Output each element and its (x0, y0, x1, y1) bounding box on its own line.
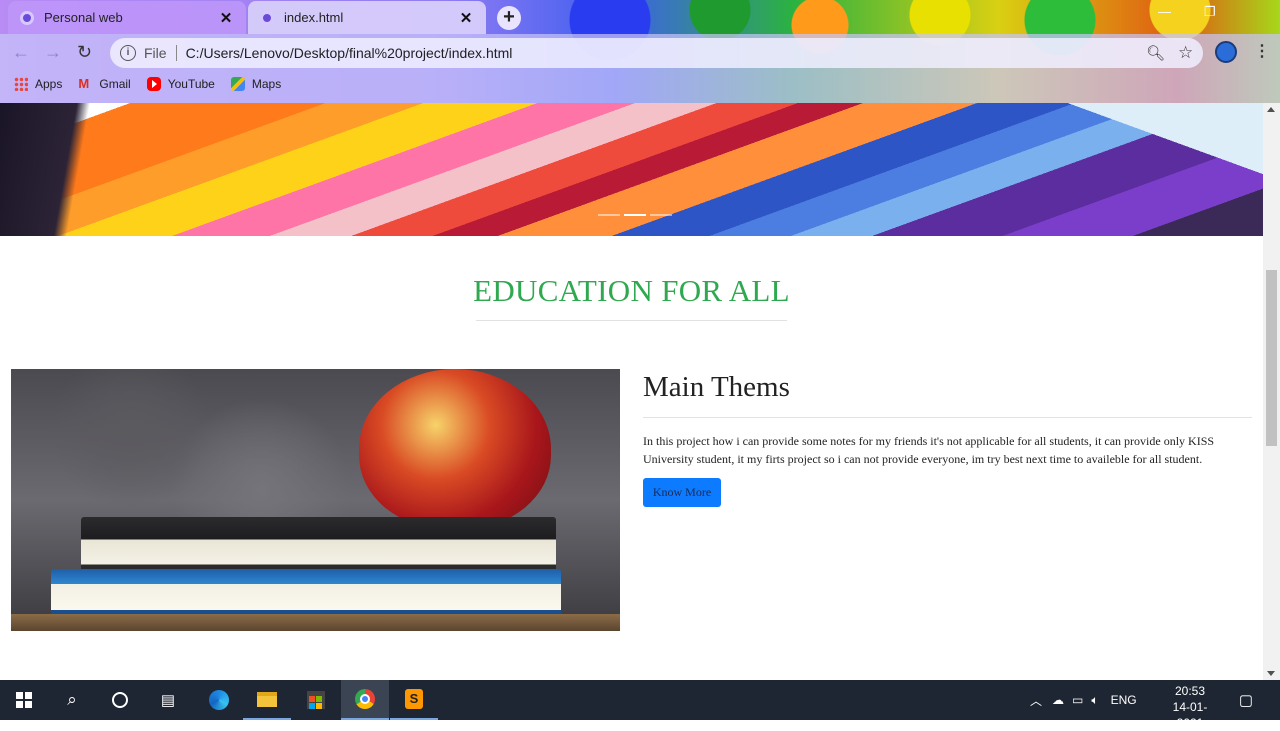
sublime-taskbar-button[interactable]: S (390, 680, 438, 720)
bookmark-star-icon[interactable]: ☆ (1178, 43, 1193, 63)
onedrive-icon[interactable]: ☁ (1052, 693, 1064, 707)
tab-index-html[interactable]: index.html ✕ (248, 1, 486, 34)
close-tab-icon[interactable]: ✕ (216, 9, 236, 27)
protocol-label: File (144, 45, 167, 61)
scroll-down-icon[interactable] (1267, 671, 1275, 676)
tab-personal-web[interactable]: Personal web ✕ (8, 1, 246, 34)
cortana-icon (112, 692, 128, 708)
zoom-icon[interactable]: 🔍︎ (1146, 44, 1165, 62)
close-tab-icon[interactable]: ✕ (456, 9, 476, 27)
bookmark-youtube[interactable]: YouTube (146, 77, 215, 91)
bookmark-maps[interactable]: Maps (230, 77, 282, 91)
page-viewport: EDUCATION FOR ALL Main Thems In this pro… (0, 103, 1263, 680)
windows-logo-icon (16, 692, 32, 708)
sublime-text-icon: S (405, 689, 423, 709)
bookmark-label: Apps (35, 77, 63, 91)
edge-taskbar-button[interactable] (195, 680, 243, 720)
address-bar[interactable]: i File C:/Users/Lenovo/Desktop/final%20p… (110, 38, 1203, 68)
scrollbar-thumb[interactable] (1266, 270, 1277, 446)
chrome-icon (355, 689, 375, 709)
know-more-button[interactable]: Know More (643, 478, 721, 507)
hero-carousel-image (0, 103, 1263, 236)
start-button[interactable] (0, 680, 48, 720)
globe-icon (20, 10, 34, 25)
apple-books-image (11, 369, 620, 631)
cortana-button[interactable] (96, 680, 144, 720)
info-icon[interactable]: i (120, 45, 136, 61)
bookmark-gmail[interactable]: M Gmail (78, 76, 131, 92)
volume-icon[interactable]: 🔈︎ (1091, 693, 1098, 708)
apple-shape (359, 369, 551, 529)
task-view-icon: ▤ (160, 692, 176, 709)
search-button[interactable]: ⌕ (48, 680, 96, 720)
title-divider (476, 320, 787, 321)
apps-grid-icon (14, 77, 28, 91)
clock-time: 20:53 (1174, 684, 1206, 698)
divider (175, 45, 177, 61)
back-arrow-icon[interactable]: ← (12, 42, 30, 63)
main-heading: Main Thems (643, 371, 790, 403)
battery-icon[interactable]: ▭ (1072, 693, 1083, 707)
notification-icon: ▢ (1238, 692, 1254, 709)
minimize-icon[interactable]: — (1158, 4, 1171, 19)
book-shape (51, 569, 561, 619)
table-surface (11, 614, 620, 631)
profile-avatar[interactable] (1215, 41, 1237, 63)
vertical-scrollbar[interactable] (1263, 103, 1280, 680)
url-text[interactable]: C:/Users/Lenovo/Desktop/final%20project/… (186, 45, 513, 61)
section-title: EDUCATION FOR ALL (473, 273, 790, 308)
file-explorer-taskbar-button[interactable] (243, 680, 291, 720)
edge-icon (209, 690, 229, 710)
carousel-indicator[interactable] (598, 214, 620, 216)
bookmark-apps[interactable]: Apps (14, 77, 62, 91)
action-center-button[interactable]: ▢ (1222, 680, 1270, 720)
carousel-indicators (598, 214, 672, 216)
gmail-icon: M (78, 76, 90, 91)
store-taskbar-button[interactable] (292, 680, 340, 720)
youtube-icon (146, 77, 161, 91)
task-view-button[interactable]: ▤ (144, 680, 192, 720)
restore-icon[interactable]: ❐ (1204, 4, 1216, 20)
windows-taskbar: ⌕ ▤ S ︿ ☁ ▭ 🔈︎ ENG 20:53 14-01-2021 ▢ (0, 680, 1280, 730)
reload-icon[interactable]: ↻ (77, 42, 92, 63)
clock-date: 14-01-2021 (1172, 700, 1208, 730)
menu-kebab-icon[interactable]: ⋮ (1254, 41, 1270, 61)
bookmarks-bar: Apps M Gmail YouTube Maps (0, 70, 1280, 98)
bookmark-label: Maps (251, 77, 282, 91)
search-icon: ⌕ (67, 690, 77, 709)
language-indicator[interactable]: ENG (1111, 693, 1137, 707)
heading-divider (643, 417, 1252, 418)
carousel-indicator-active[interactable] (624, 214, 646, 216)
system-tray: ︿ ☁ ▭ 🔈︎ ENG (1030, 680, 1137, 720)
clock[interactable]: 20:53 14-01-2021 (1160, 683, 1220, 731)
forward-arrow-icon[interactable]: → (44, 42, 62, 63)
carousel-indicator[interactable] (650, 214, 672, 216)
chrome-taskbar-button[interactable] (341, 680, 389, 720)
tab-title: Personal web (44, 10, 123, 25)
bookmark-label: Gmail (99, 77, 131, 91)
browser-chrome: Personal web ✕ index.html ✕ + — ❐ ← → ↻ … (0, 0, 1280, 103)
new-tab-button[interactable]: + (497, 6, 521, 30)
maps-icon (230, 77, 245, 91)
store-icon (307, 691, 325, 709)
scroll-up-icon[interactable] (1267, 107, 1275, 112)
globe-icon (260, 10, 274, 25)
main-paragraph: In this project how i can provide some n… (643, 434, 1215, 466)
bookmark-label: YouTube (167, 77, 215, 91)
tab-title: index.html (284, 10, 344, 25)
folder-icon (257, 691, 277, 707)
show-hidden-icons-icon[interactable]: ︿ (1030, 692, 1042, 709)
browser-toolbar: ← → ↻ i File C:/Users/Lenovo/Desktop/fin… (0, 35, 1280, 69)
book-shape (81, 517, 556, 573)
